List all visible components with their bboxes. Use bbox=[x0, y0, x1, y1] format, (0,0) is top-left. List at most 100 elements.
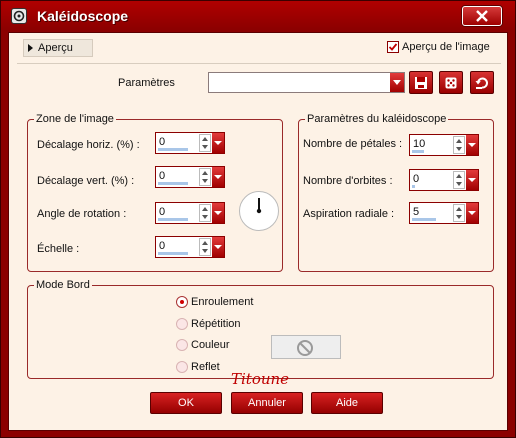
save-preset-button[interactable] bbox=[409, 71, 433, 94]
cancel-button[interactable]: Annuler bbox=[231, 392, 303, 414]
slider-dropdown-button[interactable] bbox=[212, 237, 224, 257]
signature-watermark: Titoune bbox=[231, 370, 290, 388]
chevron-down-icon bbox=[468, 143, 476, 147]
params-dropdown-arrow[interactable] bbox=[390, 73, 404, 92]
slider-dropdown-button[interactable] bbox=[466, 135, 478, 155]
divider bbox=[17, 63, 501, 64]
orbit-count-field[interactable]: 0 bbox=[409, 169, 479, 191]
kaleidoscope-params-title: Paramètres du kaléidoscope bbox=[305, 113, 449, 125]
arrow-up-icon bbox=[202, 241, 208, 245]
close-button[interactable] bbox=[462, 6, 502, 26]
help-button[interactable]: Aide bbox=[311, 392, 383, 414]
radio-reflect-label[interactable]: Reflet bbox=[191, 361, 220, 373]
window-title: Kaléidoscope bbox=[37, 8, 129, 24]
vertical-offset-label: Décalage vert. (%) : bbox=[37, 175, 135, 187]
radio-color-label[interactable]: Couleur bbox=[191, 339, 230, 351]
radio-wrap-label[interactable]: Enroulement bbox=[191, 296, 253, 308]
chevron-down-icon bbox=[214, 245, 222, 249]
slider-dropdown-button[interactable] bbox=[466, 203, 478, 223]
rotation-angle-value: 0 bbox=[159, 206, 166, 218]
preview-toggle-button[interactable]: Aperçu bbox=[23, 39, 93, 57]
app-icon bbox=[11, 8, 27, 24]
spin-buttons[interactable] bbox=[199, 238, 211, 256]
slider-dropdown-button[interactable] bbox=[212, 203, 224, 223]
radio-repeat-label[interactable]: Répétition bbox=[191, 318, 241, 330]
arrow-down-icon bbox=[202, 179, 208, 183]
rotation-dial[interactable] bbox=[239, 191, 279, 231]
dialog-window: Kaléidoscope Aperçu Aperçu de l'image Pa… bbox=[0, 0, 516, 438]
rotation-angle-label: Angle de rotation : bbox=[37, 208, 127, 220]
horizontal-offset-label: Décalage horiz. (%) : bbox=[37, 139, 140, 151]
spin-buttons[interactable] bbox=[453, 136, 465, 154]
slider-dropdown-button[interactable] bbox=[466, 170, 478, 190]
arrow-down-icon bbox=[456, 182, 462, 186]
radio-repeat[interactable] bbox=[176, 318, 188, 330]
spin-buttons[interactable] bbox=[453, 171, 465, 189]
save-icon bbox=[415, 77, 427, 89]
spin-buttons[interactable] bbox=[199, 204, 211, 222]
reset-button[interactable] bbox=[470, 71, 494, 94]
expand-triangle-icon bbox=[28, 44, 33, 52]
preview-checkbox-label: Aperçu de l'image bbox=[402, 41, 490, 53]
arrow-up-icon bbox=[202, 171, 208, 175]
value-slider-bar[interactable] bbox=[412, 150, 424, 153]
value-slider-bar[interactable] bbox=[158, 218, 188, 221]
arrow-down-icon bbox=[202, 249, 208, 253]
image-zone-title: Zone de l'image bbox=[34, 113, 116, 125]
chevron-down-icon bbox=[214, 211, 222, 215]
radio-reflect[interactable] bbox=[176, 361, 188, 373]
slider-dropdown-button[interactable] bbox=[212, 133, 224, 153]
border-mode-title: Mode Bord bbox=[34, 279, 92, 291]
arrow-down-icon bbox=[456, 215, 462, 219]
randomize-button[interactable] bbox=[439, 71, 463, 94]
arrow-down-icon bbox=[202, 145, 208, 149]
arrow-up-icon bbox=[456, 207, 462, 211]
value-slider-bar[interactable] bbox=[412, 218, 436, 221]
orbit-count-label: Nombre d'orbites : bbox=[303, 175, 393, 187]
preview-toggle-label: Aperçu bbox=[38, 42, 73, 54]
vertical-offset-field[interactable]: 0 bbox=[155, 166, 225, 188]
chevron-down-icon bbox=[468, 178, 476, 182]
arrow-up-icon bbox=[456, 139, 462, 143]
spin-buttons[interactable] bbox=[199, 134, 211, 152]
ok-button[interactable]: OK bbox=[150, 392, 222, 414]
petal-count-label: Nombre de pétales : bbox=[303, 138, 403, 150]
value-slider-bar[interactable] bbox=[158, 182, 188, 185]
dialog-body: Aperçu Aperçu de l'image Paramètres Zone… bbox=[8, 32, 508, 431]
value-slider-bar[interactable] bbox=[158, 252, 188, 255]
border-color-swatch[interactable] bbox=[271, 335, 341, 359]
slider-dropdown-button[interactable] bbox=[212, 167, 224, 187]
chevron-down-icon bbox=[214, 141, 222, 145]
value-slider-bar[interactable] bbox=[412, 185, 415, 188]
vertical-offset-value: 0 bbox=[159, 170, 166, 182]
radio-color[interactable] bbox=[176, 339, 188, 351]
chevron-down-icon bbox=[468, 211, 476, 215]
chevron-down-icon bbox=[393, 80, 401, 85]
spin-buttons[interactable] bbox=[453, 204, 465, 222]
spin-buttons[interactable] bbox=[199, 168, 211, 186]
params-combobox[interactable] bbox=[208, 72, 405, 93]
radio-wrap[interactable] bbox=[176, 296, 188, 308]
arrow-up-icon bbox=[202, 207, 208, 211]
value-slider-bar[interactable] bbox=[158, 148, 188, 151]
arrow-down-icon bbox=[456, 147, 462, 151]
petal-count-field[interactable]: 10 bbox=[409, 134, 479, 156]
radial-suction-value: 5 bbox=[413, 206, 420, 218]
arrow-up-icon bbox=[202, 137, 208, 141]
params-label: Paramètres bbox=[118, 77, 175, 89]
scale-field[interactable]: 0 bbox=[155, 236, 225, 258]
petal-count-value: 10 bbox=[413, 138, 426, 150]
no-symbol-icon bbox=[297, 340, 313, 356]
title-bar[interactable]: Kaléidoscope bbox=[1, 1, 515, 31]
dice-icon bbox=[445, 77, 457, 89]
preview-checkbox[interactable] bbox=[387, 41, 399, 53]
arrow-down-icon bbox=[202, 215, 208, 219]
scale-value: 0 bbox=[159, 240, 166, 252]
horizontal-offset-field[interactable]: 0 bbox=[155, 132, 225, 154]
chevron-down-icon bbox=[214, 175, 222, 179]
scale-label: Échelle : bbox=[37, 243, 80, 255]
rotation-angle-field[interactable]: 0 bbox=[155, 202, 225, 224]
orbit-count-value: 0 bbox=[413, 173, 420, 185]
radial-suction-field[interactable]: 5 bbox=[409, 202, 479, 224]
reset-icon bbox=[475, 77, 488, 89]
